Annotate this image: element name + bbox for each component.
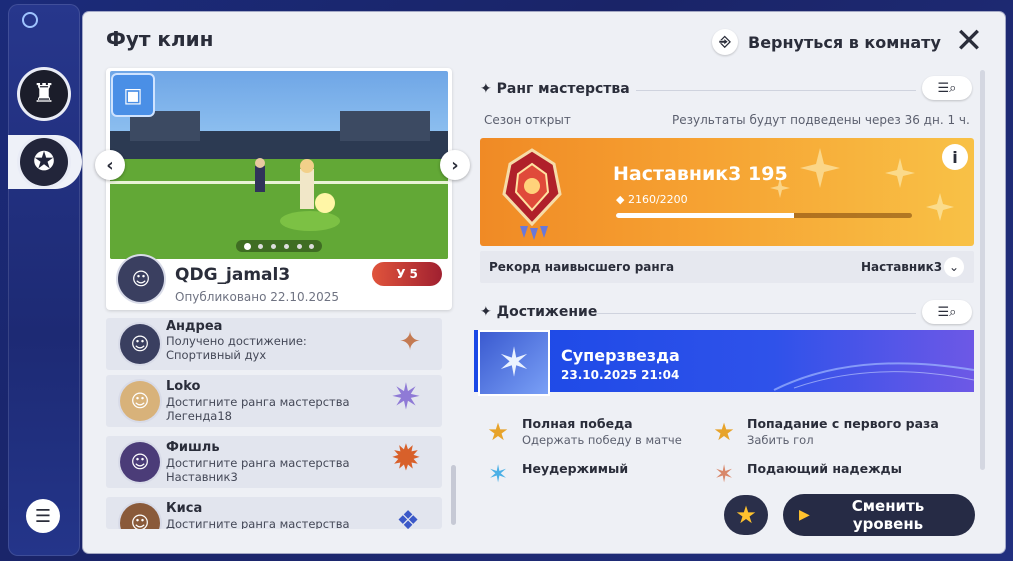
- mentor-rank-icon: ✹: [390, 437, 422, 479]
- chess-rook-icon: ♜: [32, 79, 56, 109]
- return-to-room-button[interactable]: ⎆ Вернуться в комнату: [712, 28, 941, 56]
- season-results-timer: Результаты будут подведены через 36 дн. …: [672, 113, 970, 127]
- rank-progress-text: ◆ 2160/2200: [616, 193, 688, 206]
- divider: [636, 90, 916, 91]
- featured-achievement-date: 23.10.2025 21:04: [561, 368, 680, 382]
- feed-name: Андреа: [166, 319, 223, 334]
- avatar: ☺: [120, 442, 160, 482]
- list-item[interactable]: ☺ Фишль Достигните ранга мастерства Наст…: [106, 436, 442, 488]
- chevron-left-icon: ‹: [106, 154, 114, 176]
- mastery-details-button[interactable]: ☰⌕: [922, 76, 972, 100]
- record-label: Рекорд наивысшего ранга: [489, 260, 675, 274]
- avatar[interactable]: ☺: [118, 256, 164, 302]
- carousel-dot[interactable]: [258, 243, 264, 249]
- mastery-section-title: ✦ Ранг мастерства: [480, 81, 630, 97]
- season-status: Сезон открыт: [484, 113, 571, 127]
- achievement-desc: Забить гол: [747, 433, 814, 447]
- play-arrow-icon: ▶: [799, 507, 810, 523]
- divider: [596, 313, 916, 314]
- feed-text: Достигните ранга мастерства Легенда18: [166, 395, 350, 423]
- achievement-name: Полная победа: [522, 416, 633, 431]
- sidebar-item-rank[interactable]: ♜: [20, 70, 68, 118]
- avatar: ☺: [120, 381, 160, 421]
- level-value: 5: [409, 267, 418, 281]
- feed-text: Достигните ранга мастерства: [166, 517, 350, 529]
- achievement-star-icon: ✦: [399, 327, 421, 357]
- info-icon[interactable]: i: [942, 144, 968, 170]
- rank-icon: ❖: [396, 506, 420, 529]
- featured-achievement-name: Суперзвезда: [561, 346, 680, 365]
- rank-progress-bar: [616, 213, 912, 218]
- exit-door-icon: ⎆: [712, 29, 738, 55]
- feed-name: Loko: [166, 379, 201, 394]
- highest-rank-record[interactable]: Рекорд наивысшего ранга Наставник3 ⌄: [480, 251, 974, 283]
- blue-star-icon: ✶: [487, 460, 509, 488]
- level-prefix: У: [396, 267, 406, 281]
- change-level-label: Сменить уровень: [851, 497, 925, 533]
- favorite-button[interactable]: ★: [724, 495, 768, 535]
- achievement-name: Неудержимый: [522, 461, 629, 476]
- chevron-down-icon[interactable]: ⌄: [944, 257, 964, 277]
- carousel-dot[interactable]: [296, 243, 302, 249]
- rank-name: Наставник3: [613, 163, 742, 185]
- feed-name: Киса: [166, 501, 203, 516]
- medal-icon: ✪: [33, 147, 55, 177]
- list-search-icon: ☰⌕: [937, 304, 957, 320]
- legend-rank-icon: ✷: [390, 376, 422, 418]
- list-item[interactable]: ☺ Loko Достигните ранга мастерства Леген…: [106, 375, 442, 427]
- achievement-name: Попадание с первого раза: [747, 416, 939, 431]
- feed-name: Фишль: [166, 440, 220, 455]
- achievement-name: Подающий надежды: [747, 461, 902, 476]
- carousel-dot[interactable]: [271, 243, 277, 249]
- record-value: Наставник3: [861, 260, 943, 274]
- stadium-scene: [110, 111, 448, 259]
- page-title: Фут клин: [106, 27, 214, 51]
- superstar-achievement-icon: ✶: [478, 330, 550, 396]
- feed-text: Получено достижение: Спортивный дух: [166, 334, 307, 362]
- avatar: ☺: [120, 503, 160, 529]
- gold-star-icon: ★: [487, 418, 509, 446]
- menu-icon: ☰: [34, 505, 52, 527]
- feed-scrollbar[interactable]: [451, 465, 456, 525]
- change-level-button[interactable]: ▶ Сменить уровень: [783, 494, 975, 536]
- post-screenshot[interactable]: [110, 71, 448, 259]
- username: QDG_jamal3: [175, 265, 291, 285]
- right-scrollbar[interactable]: [980, 70, 985, 470]
- sidebar-item-achievements[interactable]: ✪: [20, 138, 68, 186]
- achievements-details-button[interactable]: ☰⌕: [922, 300, 972, 324]
- achievements-section-title: ✦ Достижение: [480, 304, 598, 320]
- rank-points: 195: [748, 163, 788, 185]
- carousel-dot[interactable]: [243, 242, 251, 250]
- carousel-dot[interactable]: [309, 243, 315, 249]
- carousel-dots: [236, 240, 322, 252]
- menu-button[interactable]: ☰: [26, 499, 60, 533]
- level-badge: У 5: [372, 262, 442, 286]
- publish-date: Опубликовано 22.10.2025: [175, 290, 339, 304]
- carousel-prev-button[interactable]: ‹: [95, 150, 125, 180]
- carousel-dot[interactable]: [283, 243, 289, 249]
- feed-text: Достигните ранга мастерства Наставник3: [166, 456, 350, 484]
- close-icon[interactable]: ✕: [952, 24, 986, 58]
- list-item[interactable]: ☺ Андреа Получено достижение: Спортивный…: [106, 318, 442, 370]
- sidebar-ornament: [22, 12, 38, 28]
- chevron-right-icon: ›: [451, 154, 459, 176]
- achievement-desc: Одержать победу в матче: [522, 433, 682, 447]
- verified-badge-icon: ▣: [113, 75, 153, 115]
- return-label: Вернуться в комнату: [748, 32, 941, 52]
- bronze-star-icon: ✶: [713, 460, 735, 488]
- avatar: ☺: [120, 324, 160, 364]
- star-icon: ★: [735, 501, 757, 529]
- gold-star-icon: ★: [713, 418, 735, 446]
- rank-progress-fill: [616, 213, 794, 218]
- list-search-icon: ☰⌕: [937, 80, 957, 96]
- carousel-next-button[interactable]: ›: [440, 150, 470, 180]
- mentor-rank-emblem-icon: [502, 148, 562, 240]
- list-item[interactable]: ☺ Киса Достигните ранга мастерства ❖: [106, 497, 442, 529]
